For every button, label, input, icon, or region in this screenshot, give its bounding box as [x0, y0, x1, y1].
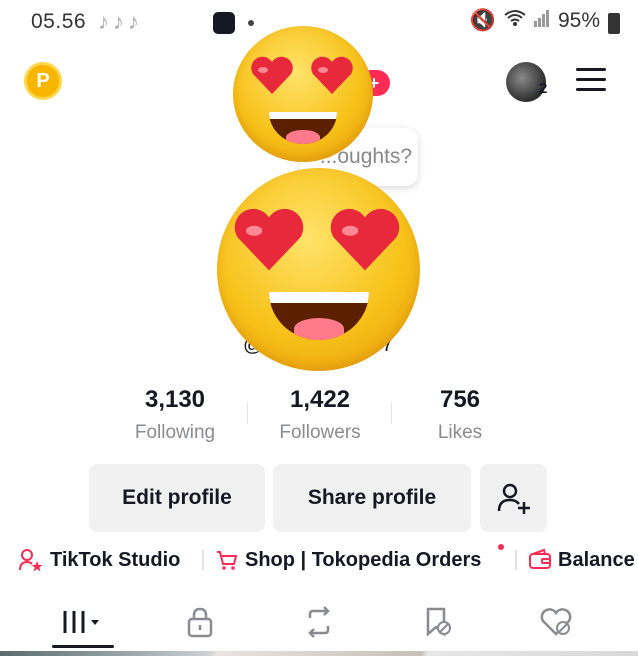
tab-reposts[interactable] [289, 600, 349, 644]
active-tab-indicator [52, 645, 114, 648]
add-friend-icon [497, 483, 530, 514]
tab-private[interactable] [170, 600, 230, 644]
repost-icon [308, 606, 330, 638]
tiktok-notification-icon: ♪ [113, 9, 124, 34]
likes-stat[interactable]: 756 Likes [395, 386, 525, 444]
lock-icon [187, 607, 213, 638]
download-notification-icon [213, 12, 235, 34]
cart-icon [215, 548, 239, 572]
tiktok-studio-label: TikTok Studio [50, 548, 181, 571]
likes-label: Likes [437, 422, 483, 443]
shop-orders-label: Shop | Tokopedia Orders [245, 548, 482, 571]
tab-liked[interactable] [526, 600, 586, 644]
link-divider [515, 550, 517, 570]
studio-icon [18, 548, 44, 572]
more-notifications-dot [248, 20, 254, 26]
balance-label: Balance [558, 548, 635, 571]
battery-percent: 95% [557, 9, 600, 32]
battery-icon [608, 12, 620, 34]
edit-profile-button[interactable]: Edit profile [89, 464, 265, 532]
bookmark-icon [426, 607, 451, 637]
quick-links-row: TikTok Studio Shop | Tokopedia Orders Ba… [0, 540, 638, 580]
heart-eyes-emoji [217, 168, 420, 371]
likes-count: 756 [439, 386, 481, 413]
shop-orders-link[interactable]: Shop | Tokopedia Orders [215, 540, 481, 580]
wallet-icon [528, 548, 552, 572]
tab-videos[interactable] [52, 600, 112, 644]
grid-icon [63, 611, 99, 633]
tiktok-notification-icon: ♪ [98, 9, 109, 34]
heart-eyes-emoji [233, 26, 373, 162]
heart-icon [540, 608, 572, 636]
add-friend-button[interactable] [480, 464, 547, 532]
status-right-group: 🔇 95% [469, 9, 620, 34]
video-thumbnails-edge [0, 651, 638, 656]
mute-icon: 🔇 [469, 9, 496, 32]
signal-icon [533, 9, 550, 33]
link-divider [202, 550, 204, 570]
profile-tabs [0, 596, 638, 648]
following-count: 3,130 [144, 386, 206, 413]
tab-favorites[interactable] [408, 600, 468, 644]
stat-divider [391, 402, 392, 424]
account-notification-count: 2 [539, 80, 548, 97]
menu-icon[interactable] [576, 68, 606, 92]
followers-count: 1,422 [289, 386, 351, 413]
following-stat[interactable]: 3,130 Following [110, 386, 240, 444]
tiktok-notification-icon: ♪ [128, 9, 139, 34]
shop-notification-dot [498, 544, 504, 550]
following-label: Following [134, 422, 216, 443]
profile-stats: 3,130 Following 1,422 Followers 756 Like… [110, 386, 520, 446]
points-icon[interactable]: P [24, 62, 62, 100]
balance-link[interactable]: Balance [528, 540, 635, 580]
status-time: 05.56 [31, 10, 87, 33]
tiktok-studio-link[interactable]: TikTok Studio [18, 540, 180, 580]
followers-label: Followers [279, 422, 361, 443]
stat-divider [247, 402, 248, 424]
share-profile-button[interactable]: Share profile [273, 464, 471, 532]
followers-stat[interactable]: 1,422 Followers [255, 386, 385, 444]
notification-icons: ♪ ♪ ♪ [98, 10, 139, 34]
wifi-icon [504, 9, 526, 33]
